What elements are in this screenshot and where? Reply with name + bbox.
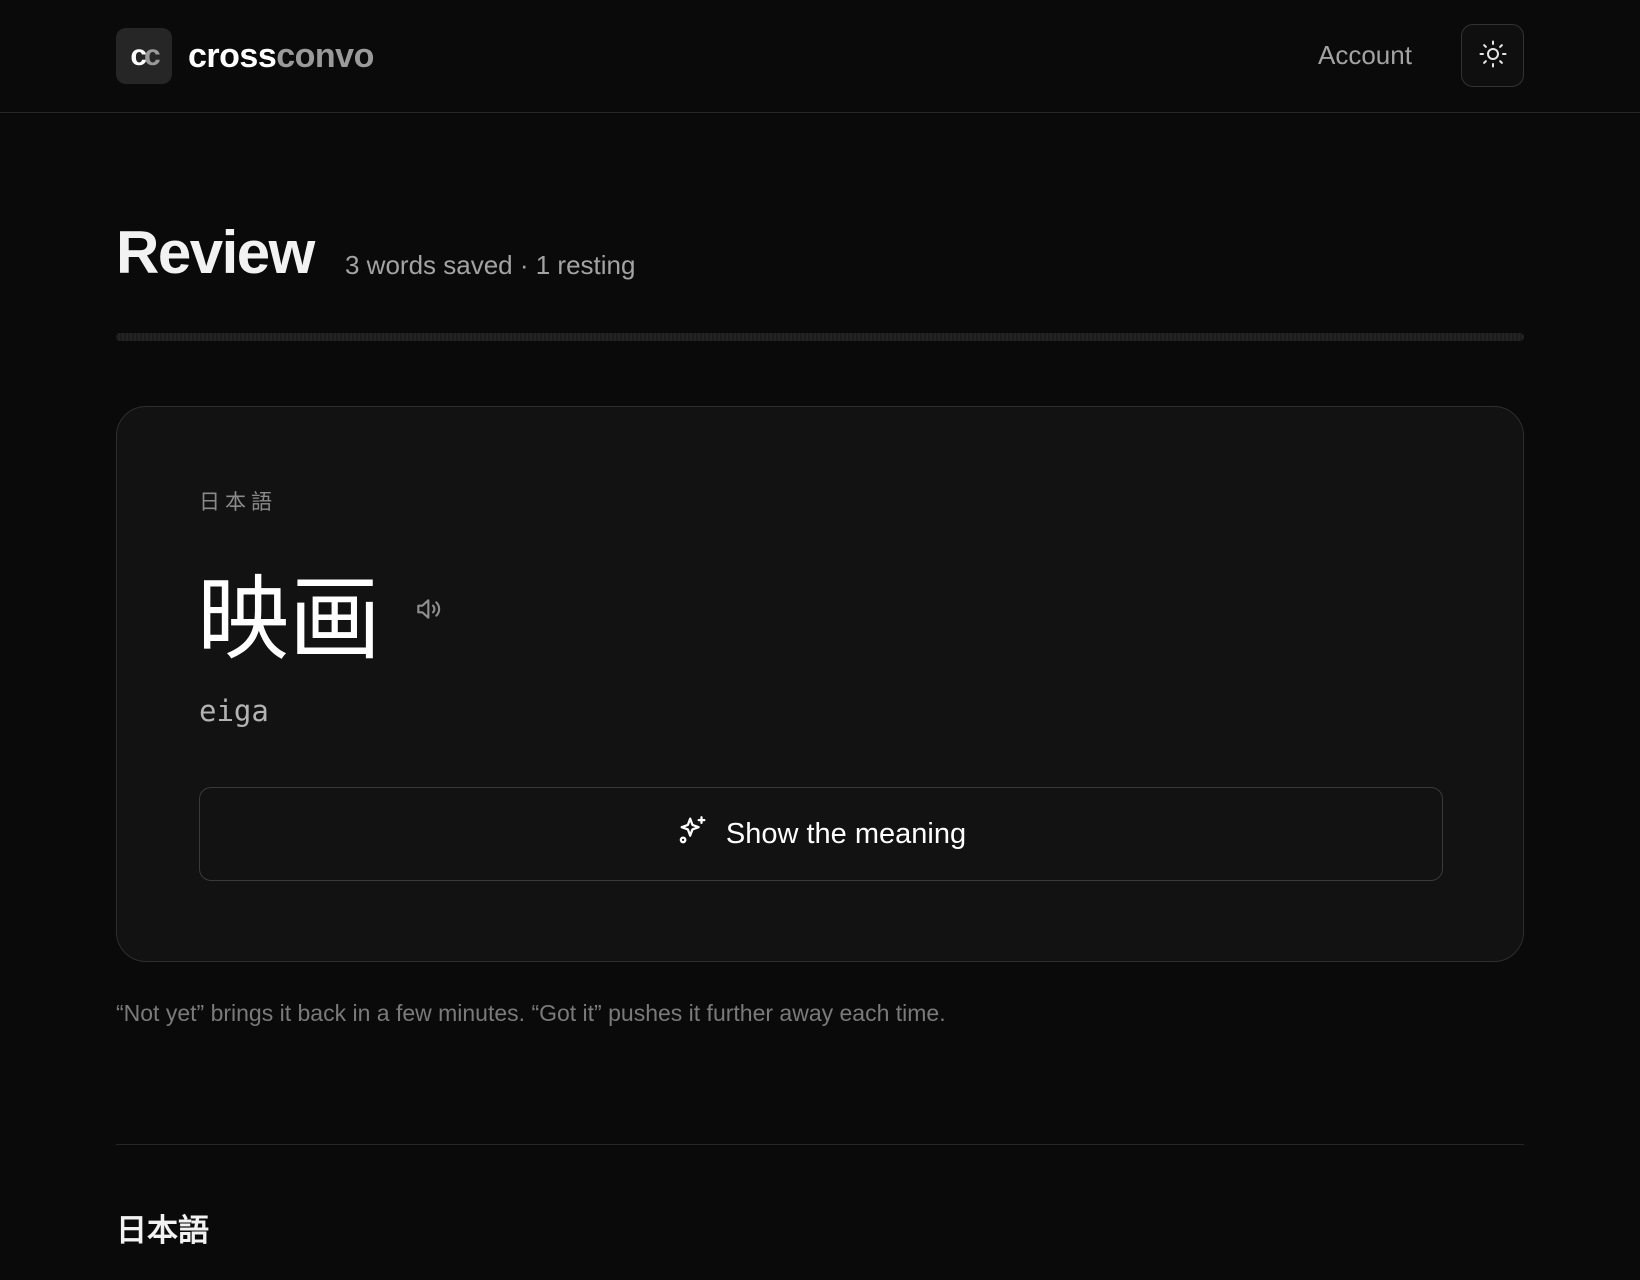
language-section-heading: 日本語 bbox=[116, 1213, 209, 1248]
show-meaning-button[interactable]: Show the meaning bbox=[199, 787, 1443, 881]
card-language-label: 日本語 bbox=[199, 491, 277, 514]
logo-letter-right: c bbox=[144, 39, 161, 72]
logo-icon[interactable]: cc bbox=[116, 28, 172, 84]
logo-letter-left: c bbox=[130, 39, 147, 72]
pronounce-button[interactable] bbox=[407, 588, 451, 632]
brand-name[interactable]: crossconvo bbox=[188, 36, 374, 76]
sun-icon bbox=[1478, 39, 1508, 72]
top-bar: cc crossconvo Account bbox=[0, 0, 1640, 113]
review-hint-text: “Not yet” brings it back in a few minute… bbox=[116, 1000, 946, 1026]
page-title: Review bbox=[116, 219, 315, 286]
section-divider bbox=[116, 1144, 1524, 1145]
theme-toggle-button[interactable] bbox=[1461, 24, 1524, 87]
review-progress-bar bbox=[116, 333, 1524, 341]
review-stats: 3 words saved · 1 resting bbox=[345, 250, 636, 280]
show-meaning-label: Show the meaning bbox=[725, 817, 967, 850]
card-romaji: eiga bbox=[199, 694, 269, 728]
card-word: 映画 bbox=[197, 569, 382, 671]
brand-name-part-2: convo bbox=[276, 37, 374, 75]
speaker-icon bbox=[413, 593, 445, 628]
flashcard: 日本語 映画 eiga Show the meaning bbox=[116, 406, 1524, 962]
sparkles-icon bbox=[676, 813, 710, 855]
brand-name-part-1: cross bbox=[188, 37, 277, 75]
account-link[interactable]: Account bbox=[1318, 38, 1412, 72]
